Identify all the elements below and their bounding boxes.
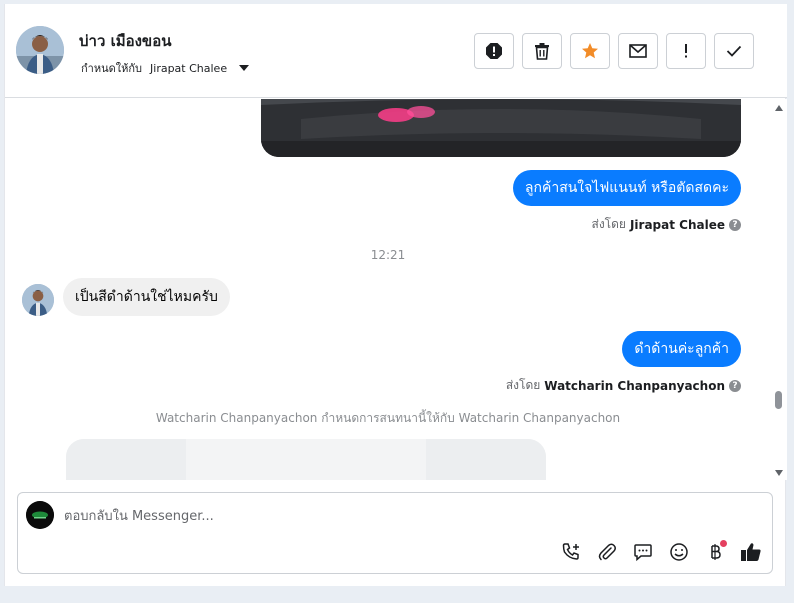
trash-icon: [535, 43, 549, 60]
paperclip-icon: [598, 543, 616, 561]
caret-down-icon: [239, 65, 250, 71]
phone-plus-icon: [562, 543, 579, 560]
mark-unread-button[interactable]: [618, 33, 658, 69]
scrollbar-thumb[interactable]: [775, 391, 782, 409]
emoji-button[interactable]: [667, 540, 691, 564]
star-icon: [582, 43, 598, 59]
envelope-icon: [629, 44, 647, 58]
sent-by-label: ส่งโดย: [505, 378, 541, 392]
contact-avatar-small: [22, 284, 54, 316]
contact-name: บ่าว เมืองขอน: [79, 32, 172, 50]
conversation-panel: บ่าว เมืองขอน กำหนดให้กับ Jirapat Chalee: [4, 4, 787, 586]
saved-reply-icon: [634, 544, 652, 562]
payment-button[interactable]: [703, 540, 727, 564]
outgoing-message[interactable]: ลูกค้าสนใจไฟแนนท์ หรือตัดสดคะ: [512, 170, 741, 206]
scroll-up-arrow-icon[interactable]: [775, 105, 783, 111]
incoming-message[interactable]: เป็นสีดำด้านใช่ไหมครับ: [63, 278, 230, 316]
saved-reply-button[interactable]: [631, 540, 655, 564]
sent-by-label: ส่งโดย: [591, 217, 626, 231]
outgoing-message[interactable]: ดำด้านค่ะลูกค้า: [622, 331, 741, 367]
sent-by-name: Watcharin Chanpanyachon: [544, 378, 725, 393]
check-icon: [726, 45, 742, 57]
assignee-selector[interactable]: กำหนดให้กับ Jirapat Chalee: [81, 59, 250, 77]
exclamation-icon: [685, 44, 687, 58]
call-button[interactable]: [559, 540, 583, 564]
contact-avatar[interactable]: [16, 26, 64, 74]
message-thread: ลูกค้าสนใจไฟแนนท์ หรือตัดสดคะ ส่งโดย Jir…: [5, 99, 771, 480]
image-attachment[interactable]: [261, 99, 741, 157]
thumbs-up-icon: [741, 543, 761, 561]
emoji-icon: [670, 543, 688, 561]
assigned-label: กำหนดให้กับ: [81, 62, 143, 75]
scroll-down-arrow-icon[interactable]: [775, 470, 783, 476]
help-icon[interactable]: ?: [729, 379, 741, 392]
done-button[interactable]: [714, 33, 754, 69]
sent-by-info: ส่งโดย Jirapat Chalee ?: [591, 215, 741, 234]
reply-composer: [17, 492, 773, 574]
message-timestamp: 12:21: [370, 248, 406, 262]
help-icon[interactable]: ?: [729, 218, 741, 231]
conversation-header: บ่าว เมืองขอน กำหนดให้กับ Jirapat Chalee: [5, 4, 787, 98]
thread-scrollbar[interactable]: [771, 99, 787, 480]
image-attachment[interactable]: [66, 439, 546, 480]
assignment-system-note: Watcharin Chanpanyachon กำหนดการสนทนานี้…: [155, 411, 621, 425]
star-button[interactable]: [570, 33, 610, 69]
page-avatar: [26, 501, 54, 529]
delete-button[interactable]: [522, 33, 562, 69]
sent-by-info: ส่งโดย Watcharin Chanpanyachon ?: [506, 376, 741, 395]
notification-dot: [720, 540, 727, 547]
like-button[interactable]: [739, 540, 763, 564]
spam-icon: [486, 43, 502, 59]
reply-input[interactable]: [64, 503, 724, 529]
follow-up-button[interactable]: [666, 33, 706, 69]
spam-button[interactable]: [474, 33, 514, 69]
assigned-to-name: Jirapat Chalee: [150, 61, 228, 75]
sent-by-name: Jirapat Chalee: [629, 217, 725, 232]
attach-button[interactable]: [595, 540, 619, 564]
